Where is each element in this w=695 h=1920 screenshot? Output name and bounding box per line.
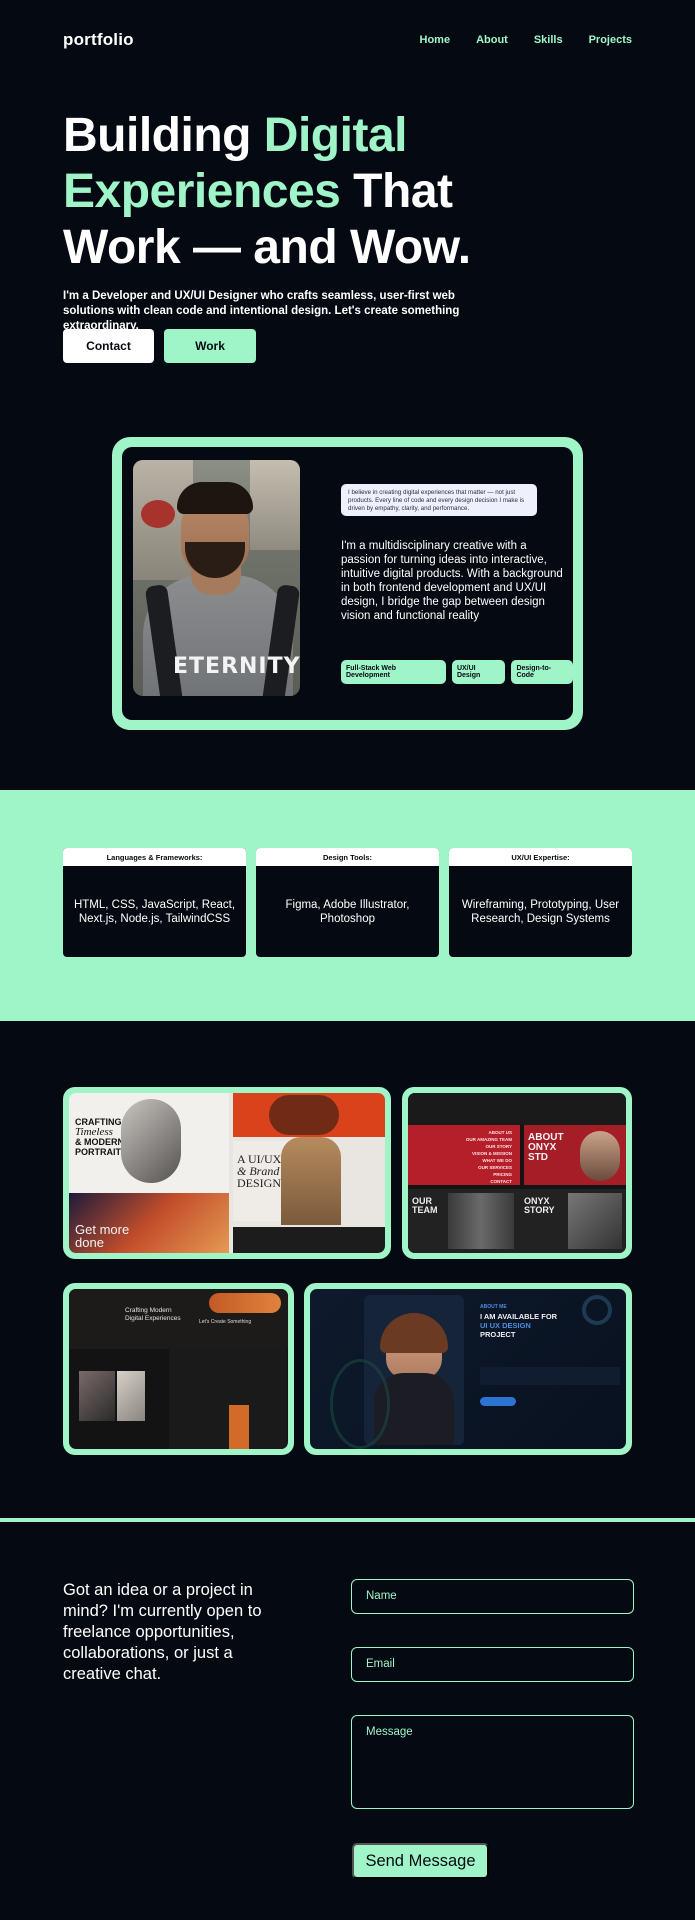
p2-menu-5: WHAT WE DO: [482, 1158, 512, 1163]
logo[interactable]: portfolio: [63, 30, 134, 50]
hero-title-part1: Building: [63, 109, 264, 162]
hero-subtitle: I'm a Developer and UX/UI Designer who c…: [63, 290, 460, 332]
hero-title-part5: Work — and Wow.: [63, 221, 471, 274]
nav-link-projects[interactable]: Projects: [589, 34, 632, 46]
p1-text-3: & MODERN: [75, 1137, 124, 1147]
hero-title-part3: Experiences: [63, 165, 341, 218]
p2-menu-1: ABOUT US: [488, 1130, 513, 1135]
about-text: I'm a multidisciplinary creative with a …: [341, 540, 563, 622]
skill-card-body: Figma, Adobe Illustrator, Photoshop: [285, 898, 410, 925]
tag-fullstack: Full-Stack Web Development: [341, 660, 446, 684]
p4-text-4: PROJECT: [480, 1330, 516, 1339]
p1-text-4: PORTRAITS: [75, 1147, 128, 1157]
p2-menu-6: OUR SERVICES: [478, 1165, 512, 1170]
photo-shirt-text: ETERNITY: [173, 654, 300, 679]
p2-menu-7: PRICING: [493, 1172, 512, 1177]
nav-link-about[interactable]: About: [476, 34, 508, 46]
section-divider: [0, 1518, 695, 1522]
nav-link-home[interactable]: Home: [420, 34, 451, 46]
hero-title-part4: That: [340, 165, 453, 218]
skills-section: Languages & Frameworks: HTML, CSS, JavaS…: [0, 790, 695, 1021]
skill-card-heading: Design Tools:: [256, 848, 439, 866]
p3-text-3: Let's Create Something: [199, 1319, 252, 1325]
name-placeholder: Name: [366, 1590, 397, 1602]
p2-menu-4: VISION & MISSION: [471, 1151, 512, 1156]
nav-links: Home About Skills Projects: [420, 34, 633, 46]
p2-menu-2: OUR AMAZING TEAM: [465, 1137, 512, 1142]
project-screenshot: CRAFTING Timeless & MODERN PORTRAITS A U…: [69, 1093, 385, 1253]
project-card-crafting[interactable]: Crafting Modern Digital Experiences Let'…: [63, 1283, 294, 1455]
project-card-onyx[interactable]: ABOUT US OUR AMAZING TEAM OUR STORY VISI…: [402, 1087, 632, 1259]
work-button[interactable]: Work: [164, 329, 256, 363]
p2-text-7: STORY: [524, 1205, 555, 1215]
profile-photo: ETERNITY: [133, 460, 300, 696]
message-input[interactable]: Message: [351, 1715, 634, 1809]
hero-title-part2: Digital: [263, 109, 408, 162]
p2-menu-3: OUR STORY: [485, 1144, 512, 1149]
project-screenshot: ABOUT US OUR AMAZING TEAM OUR STORY VISI…: [408, 1093, 626, 1253]
p3-text-1: Crafting Modern: [125, 1307, 172, 1314]
skill-card-body: Wireframing, Prototyping, User Research,…: [461, 898, 620, 925]
email-placeholder: Email: [366, 1658, 395, 1670]
p1-text-2: Timeless: [75, 1126, 113, 1138]
skill-card-languages: Languages & Frameworks: HTML, CSS, JavaS…: [63, 848, 246, 957]
contact-button[interactable]: Contact: [63, 329, 154, 363]
nav-link-skills[interactable]: Skills: [534, 34, 563, 46]
message-placeholder: Message: [366, 1726, 413, 1738]
tag-design-to-code: Design-to-Code: [511, 660, 573, 684]
p2-text-3: STD: [528, 1152, 548, 1163]
skill-card-uxui: UX/UI Expertise: Wireframing, Prototypin…: [449, 848, 632, 957]
project-screenshot: ABOUT ME I AM AVAILABLE FOR UI UX DESIGN…: [310, 1289, 626, 1449]
skill-card-body: HTML, CSS, JavaScript, React, Next.js, N…: [73, 898, 236, 925]
about-tags: Full-Stack Web Development UX/UI Design …: [341, 660, 573, 684]
about-card-inner: ETERNITY I believe in creating digital e…: [122, 447, 573, 720]
p2-text-5: TEAM: [412, 1205, 438, 1215]
p3-text-2: Digital Experiences: [125, 1315, 181, 1322]
project-card-ui-ux-designer[interactable]: ABOUT ME I AM AVAILABLE FOR UI UX DESIGN…: [304, 1283, 632, 1455]
about-quote: I believe in creating digital experience…: [341, 484, 537, 516]
email-input[interactable]: Email: [351, 1647, 634, 1682]
project-screenshot: Crafting Modern Digital Experiences Let'…: [69, 1289, 288, 1449]
p4-text-2: I AM AVAILABLE FOR: [480, 1312, 558, 1321]
p4-text-3: UI UX DESIGN: [480, 1321, 531, 1330]
hero-title: Building Digital Experiences That Work —…: [63, 108, 623, 276]
skill-card-design-tools: Design Tools: Figma, Adobe Illustrator, …: [256, 848, 439, 957]
tag-uxui: UX/UI Design: [451, 660, 506, 684]
contact-text: Got an idea or a project in mind? I'm cu…: [63, 1581, 262, 1683]
project-card-portraits[interactable]: CRAFTING Timeless & MODERN PORTRAITS A U…: [63, 1087, 391, 1259]
navbar: portfolio Home About Skills Projects: [0, 0, 695, 80]
p4-text-1: ABOUT ME: [480, 1304, 507, 1310]
skill-card-heading: Languages & Frameworks:: [63, 848, 246, 866]
p1-text-9: done: [75, 1235, 104, 1250]
p2-menu-8: CONTACT: [490, 1179, 512, 1184]
name-input[interactable]: Name: [351, 1579, 634, 1614]
send-message-button[interactable]: Send Message: [352, 1843, 489, 1879]
skill-card-heading: UX/UI Expertise:: [449, 848, 632, 866]
about-card: ETERNITY I believe in creating digital e…: [112, 437, 583, 730]
